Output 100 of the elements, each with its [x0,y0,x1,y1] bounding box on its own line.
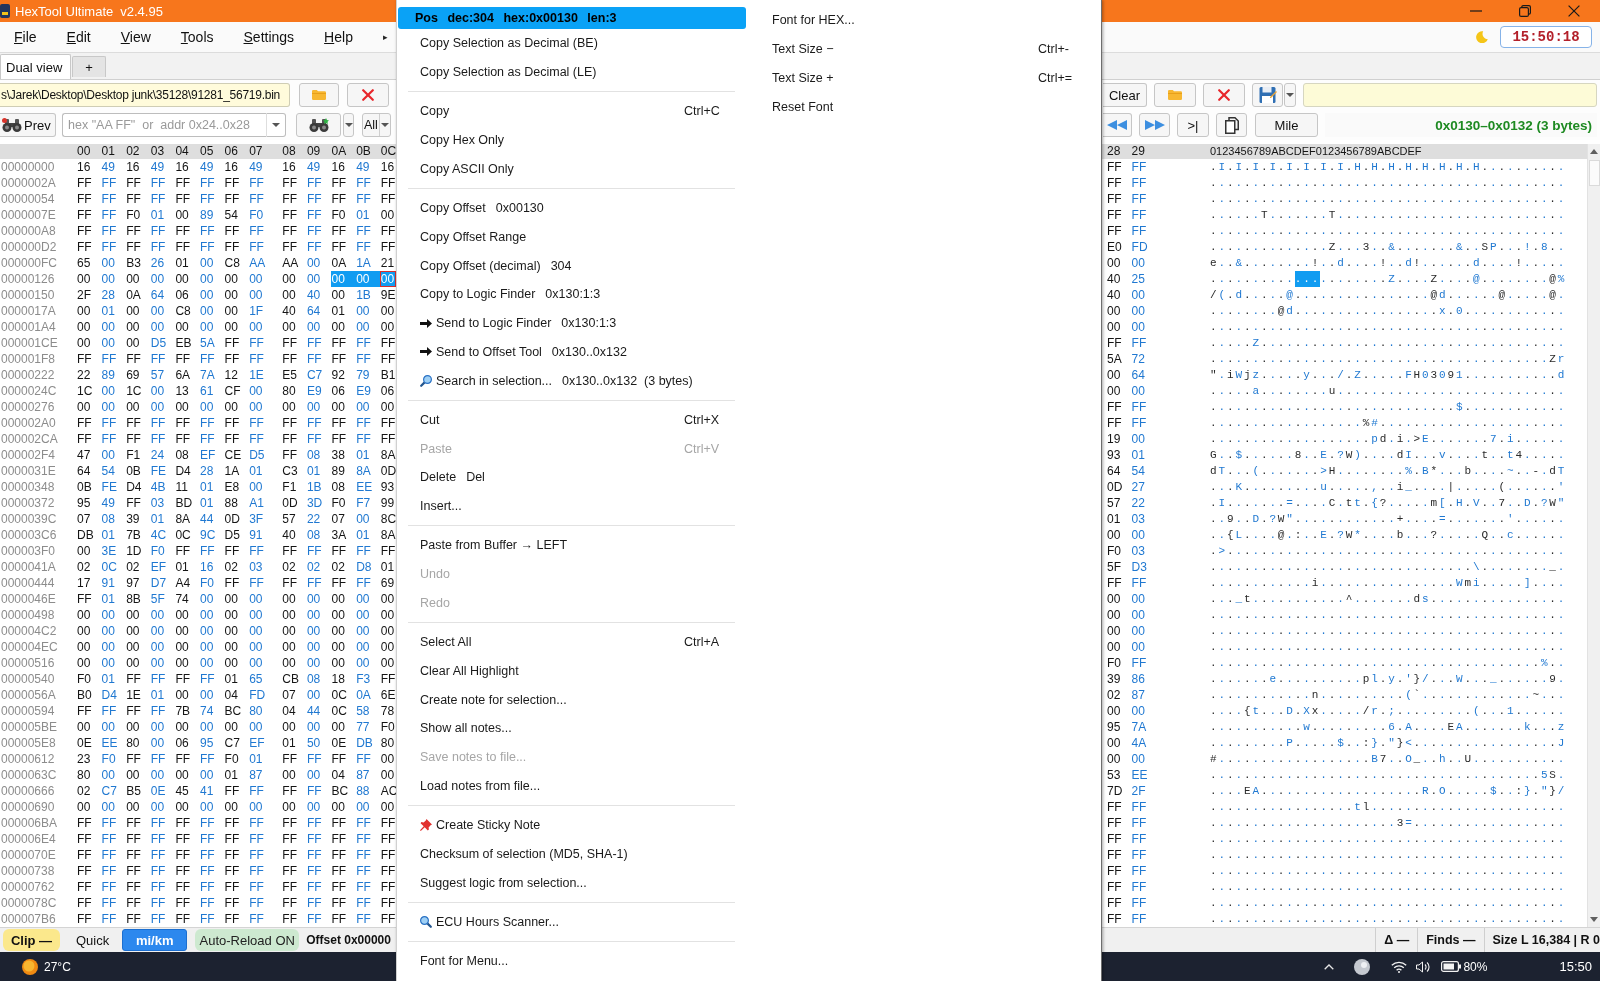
wifi-icon[interactable] [1391,960,1408,973]
menu-item[interactable]: Suggest logic from selection... [398,868,748,897]
menu-item[interactable]: Copy Offset (decimal) 304 [398,251,748,280]
path-field[interactable] [1303,83,1597,107]
menu-item[interactable]: Create Sticky Note [398,810,748,840]
hex-cell-text: 12 [223,367,239,383]
hex-cell-text: 00 [1106,527,1122,543]
close-icon[interactable] [1568,5,1580,17]
menu-item[interactable]: Font for HEX... [762,6,1092,35]
scrollbar[interactable] [1587,144,1600,927]
search-field[interactable]: hex "AA FF" or addr 0x24..0x28 [62,113,266,137]
menu-item[interactable]: Copy Hex Only [398,125,748,155]
ascii-text: ..9..D.?W"............+....=.......'...... [1210,512,1567,527]
menu-item[interactable]: Help [324,29,353,45]
status-button[interactable]: Quick [72,929,114,951]
clear-button[interactable]: Clear [1103,83,1147,107]
find-button[interactable] [296,113,341,137]
hex-cell-text: 00 [1130,639,1146,655]
menu-item[interactable]: Reset Font [762,92,1092,122]
menu-item[interactable]: Search in selection... 0x130..0x132 (3 bytes) [398,366,748,396]
menu-item[interactable]: Copy Offset Range [398,222,748,252]
save-button[interactable] [1252,83,1283,107]
row-offset: 000005E8 [0,735,57,751]
menu-item[interactable]: Insert... [398,491,748,521]
hex-cell-text: FF [248,575,265,591]
taskbar-clock[interactable]: 15:50 [1559,959,1592,974]
status-indicator[interactable]: Auto-Reload ON [195,929,300,951]
hex-cell-text: FF [149,431,167,447]
menu-item[interactable]: Font for Menu... [398,946,748,976]
hex-cell-text: 00 [149,399,166,415]
menu-item[interactable]: Send to Logic Finder 0x130:1:3 [398,308,748,338]
dropdown-button[interactable] [343,113,354,137]
menu-item[interactable]: Create note for selection... [398,685,748,714]
menu-item[interactable]: Select All Ctrl+A [398,627,748,657]
hex-cell-text: 00 [355,799,371,815]
hex-cell: 00 [379,799,396,815]
hex-cell-text: 7A [198,367,216,383]
file-path-field[interactable]: s\Jarek\Desktop\Desktop junk\35128\91281_56719.bin [0,83,290,107]
chevron-up-icon[interactable] [1324,963,1335,970]
ascii-text: ...K.........u.....,..i_....|.....(......' [1210,480,1567,495]
tab[interactable]: + [72,56,106,77]
menu-item[interactable]: Checksum of selection (MD5, SHA-1) [398,839,748,869]
hex-cell-text: FF [223,911,241,927]
copy-button[interactable] [1216,113,1247,137]
sun-icon[interactable] [22,958,38,975]
menu-item[interactable]: Clear All Highlight [398,656,748,686]
hex-cell-text: FF [330,847,348,863]
menu-item[interactable]: Send to Offset Tool 0x130..0x132 [398,337,748,367]
close-file-button[interactable] [347,83,389,107]
menu-item[interactable]: Copy to Logic Finder 0x130:1:3 [398,279,748,309]
menu-item[interactable]: Show all notes... [398,713,748,743]
restore-icon[interactable] [1519,5,1531,17]
menu-item[interactable]: Paste from Buffer → LEFT [398,530,748,560]
scroll-down-icon[interactable] [1590,917,1598,922]
menu-item[interactable]: ECU Hours Scanner... [398,907,748,937]
more-arrow[interactable]: ▸ [382,32,388,42]
hex-cell: 00 [379,623,396,639]
ascii-text: .I.......=....C.tt.{?.....m[.H.V..7..D.?W" [1210,496,1567,511]
close-file-button[interactable] [1203,83,1245,107]
menu-item[interactable]: Settings [243,29,295,45]
step-button[interactable]: >| [1177,113,1209,137]
toggle-button[interactable]: mi/km [122,929,188,951]
menu-item[interactable]: Copy Offset 0x00130 [398,193,748,223]
hex-cell-text: FF [125,863,142,879]
menu-item[interactable]: Text Size + Ctrl+= [762,63,1092,93]
menu-item[interactable]: Copy Ctrl+C [398,96,748,126]
arrow-icon [420,318,432,328]
menu-item[interactable]: Copy ASCII Only [398,154,748,184]
row-offset: 00000762 [0,879,56,895]
dropdown-button[interactable] [1284,83,1296,107]
menu-item[interactable]: Tools [180,29,214,45]
circle-icon[interactable] [1354,958,1371,975]
tab[interactable]: Dual view [0,54,72,79]
rewind-button[interactable] [1103,113,1132,137]
hex-cell-text: FF [305,191,323,207]
menu-item[interactable]: Delete Del [398,463,748,492]
hex-cell-text: FF [330,911,348,927]
mile-button[interactable]: Mile [1255,113,1318,137]
battery-icon[interactable] [1441,961,1462,972]
menu-item[interactable]: View [120,29,151,45]
menu-item[interactable]: Copy Selection as Decimal (LE) [398,57,748,87]
menu-item[interactable]: Load notes from file... [398,771,748,801]
menu-item[interactable]: Cut Ctrl+X [398,405,748,435]
hex-cell-text: 00 [305,255,322,271]
battery-text[interactable]: 80% [1463,959,1488,974]
menu-item[interactable]: Text Size − Ctrl+- [762,34,1092,64]
menu-item[interactable]: File [14,29,37,45]
dropdown-button[interactable] [266,113,286,137]
hex-cell-text: FF [100,351,118,367]
scroll-up-icon[interactable] [1590,149,1598,154]
scope-dropdown[interactable]: All [362,113,391,137]
menu-item[interactable]: Edit [66,29,91,45]
forward-button[interactable] [1139,113,1170,137]
speaker-icon[interactable] [1416,960,1431,973]
hex-cell-text: 06 [330,383,346,399]
menu-item[interactable]: Copy Selection as Decimal (BE) [398,29,748,58]
weather-text[interactable]: 27°C [44,959,71,974]
prev-button[interactable]: Prev [0,113,56,137]
hex-cell-text: 39 [1106,671,1122,687]
scroll-thumb[interactable] [1588,160,1600,186]
